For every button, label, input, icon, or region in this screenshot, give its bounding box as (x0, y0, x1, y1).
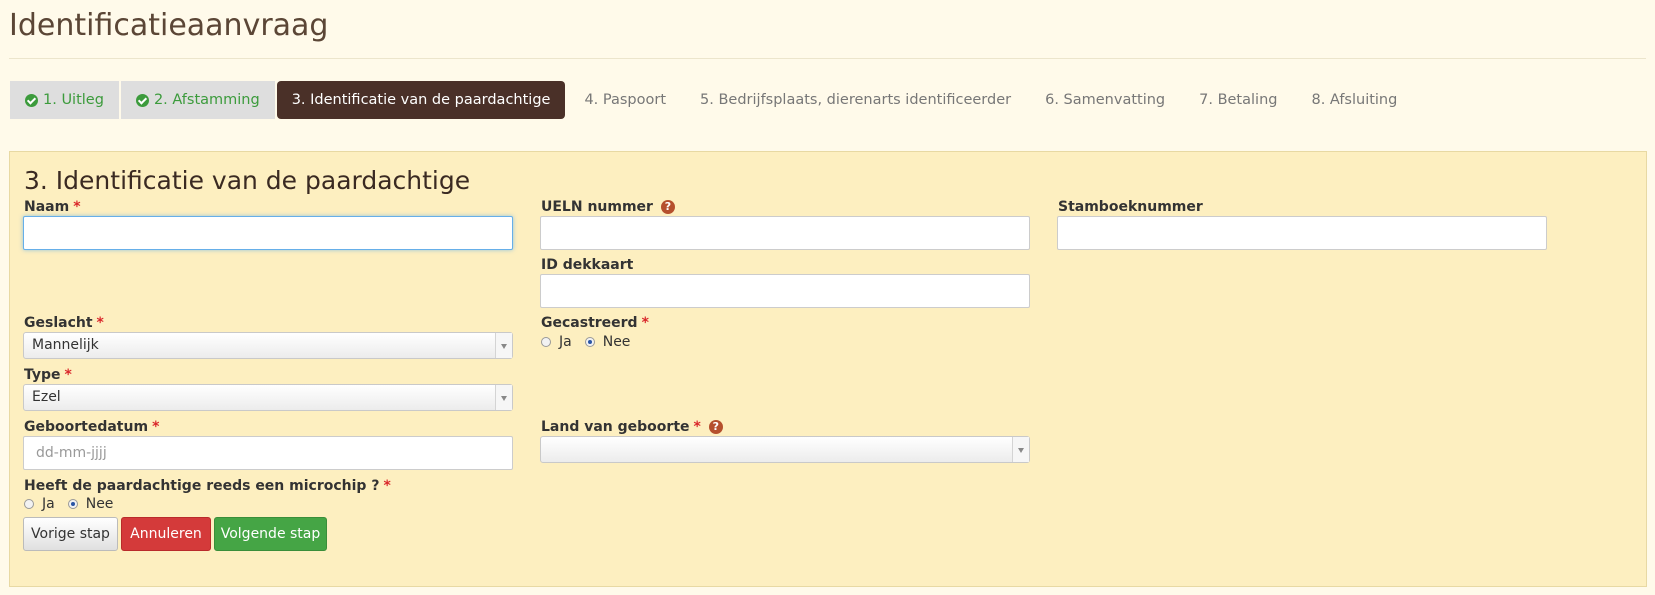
radio-label: Ja (42, 496, 55, 512)
geslacht-label: Geslacht * (24, 314, 104, 332)
step-uitleg[interactable]: 1. Uitleg (10, 81, 119, 119)
microchip-label: Heeft de paardachtige reeds een microchi… (24, 477, 391, 495)
step-identificatie[interactable]: 3. Identificatie van de paardachtige (276, 81, 566, 119)
ueln-input[interactable] (540, 216, 1030, 250)
type-label-text: Type (24, 367, 61, 383)
gecastreerd-nee-radio[interactable] (584, 337, 595, 347)
microchip-radio-group: Ja Nee (24, 495, 126, 513)
step-label: 4. Paspoort (584, 92, 667, 108)
next-step-button[interactable]: Volgende stap (214, 517, 327, 551)
step-paspoort: 4. Paspoort (568, 81, 682, 119)
form-title: 3. Identificatie van de paardachtige (24, 166, 471, 195)
ueln-label: UELN nummer? (541, 198, 675, 216)
microchip-nee-radio[interactable] (67, 499, 78, 509)
step-label: 2. Afstamming (153, 92, 260, 108)
land-label: Land van geboorte *? (541, 418, 723, 436)
page-title: Identificatieaanvraag (9, 8, 329, 43)
chevron-down-icon (495, 333, 512, 358)
step-afstamming[interactable]: 2. Afstamming (120, 81, 275, 119)
ueln-label-text: UELN nummer (541, 199, 653, 215)
cancel-button[interactable]: Annuleren (121, 517, 211, 551)
step-bedrijfsplaats: 5. Bedrijfsplaats, dierenarts identifice… (684, 81, 1027, 119)
type-select[interactable]: Ezel (23, 384, 513, 411)
naam-label-text: Naam (24, 199, 70, 215)
previous-step-button[interactable]: Vorige stap (23, 517, 118, 551)
gecastreerd-radio-group: Ja Nee (541, 333, 643, 351)
required-mark: * (383, 478, 391, 494)
step-samenvatting: 6. Samenvatting (1029, 81, 1181, 119)
chevron-down-icon (1012, 437, 1029, 462)
land-select[interactable] (540, 436, 1030, 463)
geslacht-label-text: Geslacht (24, 315, 93, 331)
gecastreerd-label: Gecastreerd * (541, 314, 649, 332)
naam-input[interactable] (23, 216, 513, 250)
step-label: 7. Betaling (1199, 92, 1278, 108)
step-betaling: 7. Betaling (1183, 81, 1293, 119)
type-label: Type * (24, 366, 72, 384)
identification-form-panel: 3. Identificatie van de paardachtige Naa… (9, 151, 1647, 587)
check-circle-icon (25, 93, 38, 107)
step-label: 6. Samenvatting (1045, 92, 1166, 108)
type-selected-value: Ezel (32, 389, 61, 405)
geslacht-selected-value: Mannelijk (32, 337, 99, 353)
required-mark: * (64, 367, 72, 383)
title-divider (9, 58, 1646, 59)
dekkaart-label: ID dekkaart (541, 257, 634, 273)
required-mark: * (73, 199, 81, 215)
microchip-ja-radio[interactable] (24, 499, 34, 509)
wizard-steps: 1. Uitleg 2. Afstamming 3. Identificatie… (10, 81, 1415, 119)
geboortedatum-label-text: Geboortedatum (24, 419, 149, 435)
required-mark: * (641, 315, 649, 331)
stamboeknummer-input[interactable] (1057, 216, 1547, 250)
radio-label: Nee (602, 334, 631, 350)
geslacht-select[interactable]: Mannelijk (23, 332, 513, 359)
help-icon[interactable]: ? (708, 420, 723, 434)
dekkaart-input[interactable] (540, 274, 1030, 308)
required-mark: * (693, 419, 701, 435)
radio-label: Ja (559, 334, 572, 350)
check-circle-icon (135, 93, 149, 107)
stamboeknummer-label: Stamboeknummer (1058, 199, 1203, 215)
required-mark: * (152, 419, 160, 435)
step-label: 1. Uitleg (43, 92, 104, 108)
gecastreerd-label-text: Gecastreerd (541, 315, 638, 331)
geboortedatum-input[interactable] (23, 436, 513, 470)
microchip-label-text: Heeft de paardachtige reeds een microchi… (24, 478, 380, 494)
gecastreerd-ja-radio[interactable] (541, 337, 551, 347)
required-mark: * (96, 315, 104, 331)
step-afsluiting: 8. Afsluiting (1295, 81, 1413, 119)
step-label: 8. Afsluiting (1311, 92, 1398, 108)
chevron-down-icon (495, 385, 512, 410)
radio-label: Nee (85, 496, 114, 512)
help-icon[interactable]: ? (660, 200, 675, 214)
step-label: 5. Bedrijfsplaats, dierenarts identifice… (700, 92, 1012, 108)
step-label: 3. Identificatie van de paardachtige (291, 92, 551, 108)
land-label-text: Land van geboorte (541, 419, 690, 435)
naam-label: Naam * (24, 198, 81, 216)
geboortedatum-label: Geboortedatum * (24, 418, 159, 436)
